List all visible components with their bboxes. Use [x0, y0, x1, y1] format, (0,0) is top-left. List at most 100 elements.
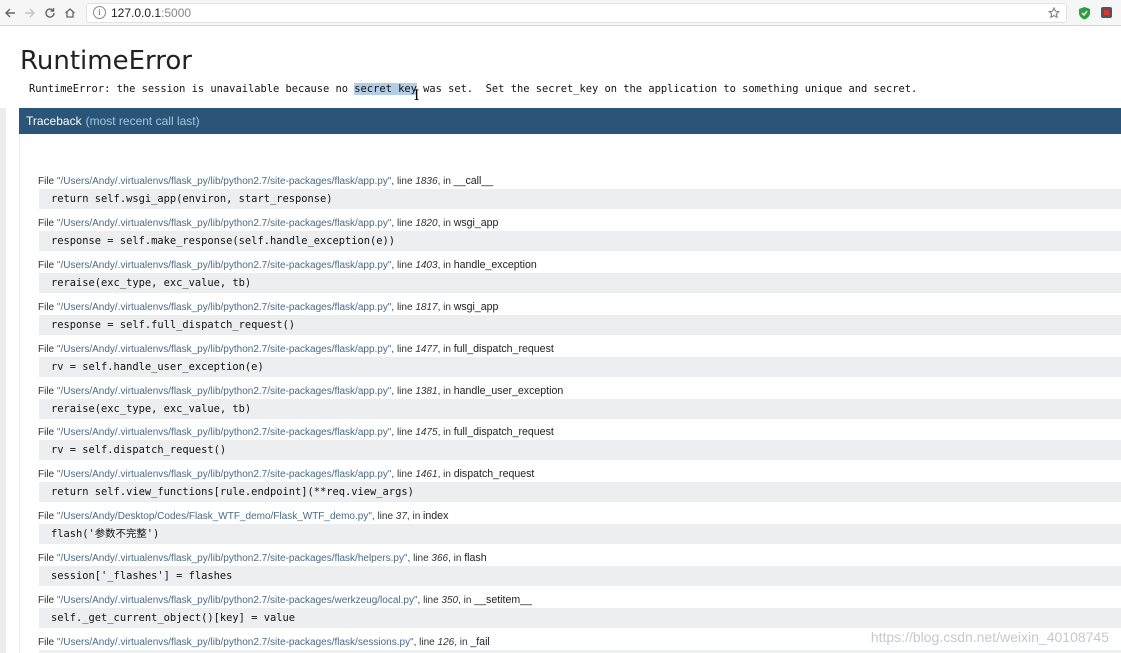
- frame-source-line[interactable]: response = self.full_dispatch_request(): [39, 314, 1121, 335]
- frame-in-label: , in: [454, 636, 471, 648]
- frame-line-label: , line: [391, 176, 416, 187]
- traceback-frame[interactable]: File "/Users/Andy/.virtualenvs/flask_py/…: [20, 342, 1121, 384]
- back-button[interactable]: [0, 2, 20, 24]
- back-arrow-icon: [5, 8, 15, 17]
- frame-path: "/Users/Andy/.virtualenvs/flask_py/lib/p…: [56, 595, 418, 606]
- home-icon: [65, 7, 75, 18]
- error-message-end: was set. Set the secret_key on the appli…: [416, 83, 918, 95]
- frame-line-label: , line: [417, 595, 442, 606]
- frame-path: "/Users/Andy/.virtualenvs/flask_py/lib/p…: [56, 469, 392, 481]
- frame-file-line: File "/Users/Andy/.virtualenvs/flask_py/…: [38, 593, 532, 608]
- home-button[interactable]: [60, 2, 80, 24]
- frame-line-number: 1820: [415, 217, 438, 229]
- traceback-frame[interactable]: File "/Users/Andy/.virtualenvs/flask_py/…: [20, 174, 1121, 216]
- frame-file-line: File "/Users/Andy/.virtualenvs/flask_py/…: [38, 174, 493, 189]
- frame-function: flash: [464, 552, 487, 565]
- frame-path: "/Users/Andy/.virtualenvs/flask_py/lib/p…: [56, 553, 408, 565]
- frame-line-label: , line: [371, 511, 396, 523]
- traceback-frame[interactable]: File "/Users/Andy/.virtualenvs/flask_py/…: [20, 425, 1121, 467]
- frame-in-label: , in: [448, 553, 465, 565]
- frame-file-label: File: [38, 301, 57, 313]
- frame-file-label: File: [38, 469, 57, 481]
- frame-file-label: File: [38, 385, 57, 397]
- traceback-frame[interactable]: File "/Users/Andy/.virtualenvs/flask_py/…: [20, 300, 1121, 342]
- traceback-frame[interactable]: File "/Users/Andy/.virtualenvs/flask_py/…: [20, 467, 1121, 509]
- site-info-icon[interactable]: i: [93, 6, 106, 19]
- frame-file-line: File "/Users/Andy/.virtualenvs/flask_py/…: [38, 635, 490, 650]
- frame-path: "/Users/Andy/.virtualenvs/flask_py/lib/p…: [56, 301, 392, 313]
- page-content: RuntimeError RuntimeError: the session i…: [0, 26, 1121, 653]
- frame-path: "/Users/Andy/.virtualenvs/flask_py/lib/p…: [56, 636, 414, 648]
- frame-function: handle_user_exception: [453, 384, 564, 397]
- frame-file-label: File: [38, 636, 57, 648]
- traceback-frame[interactable]: File "/Users/Andy/.virtualenvs/flask_py/…: [20, 216, 1121, 258]
- frame-in-label: , in: [406, 511, 424, 523]
- frame-function: __call__: [453, 175, 494, 187]
- frame-file-line: File "/Users/Andy/.virtualenvs/flask_py/…: [38, 384, 563, 399]
- frame-source-line[interactable]: reraise(exc_type, exc_value, tb): [39, 272, 1121, 293]
- traceback-frames: File "/Users/Andy/.virtualenvs/flask_py/…: [19, 134, 1121, 653]
- frame-in-label: , in: [437, 385, 454, 397]
- forward-button[interactable]: [20, 2, 40, 24]
- address-bar[interactable]: i 127.0.0.1:5000: [86, 2, 1067, 23]
- frame-file-label: File: [38, 427, 57, 439]
- url-host: 127.0.0.1: [111, 5, 162, 20]
- selected-text: secret key: [354, 83, 417, 95]
- frame-in-label: , in: [437, 217, 454, 229]
- frame-path: "/Users/Andy/.virtualenvs/flask_py/lib/p…: [56, 385, 392, 397]
- frame-file-label: File: [38, 553, 57, 565]
- extension-icon[interactable]: [1097, 4, 1115, 22]
- traceback-frame[interactable]: File "/Users/Andy/.virtualenvs/flask_py/…: [20, 384, 1121, 426]
- frame-file-line: File "/Users/Andy/Desktop/Codes/Flask_WT…: [38, 509, 448, 524]
- frame-source-line[interactable]: response = self.make_response(self.handl…: [39, 230, 1121, 251]
- bookmark-star-icon[interactable]: [1048, 6, 1060, 19]
- frame-source-line[interactable]: session['_flashes'] = flashes: [39, 566, 1121, 587]
- frame-line-number: 126: [437, 636, 455, 648]
- reload-icon: [45, 7, 55, 18]
- frame-path: "/Users/Andy/.virtualenvs/flask_py/lib/p…: [56, 176, 392, 187]
- traceback-frame[interactable]: File "/Users/Andy/.virtualenvs/flask_py/…: [20, 258, 1121, 300]
- traceback-header[interactable]: Traceback (most recent call last): [19, 108, 1121, 134]
- frame-in-label: , in: [437, 176, 454, 187]
- traceback-subtitle: (most recent call last): [85, 114, 200, 128]
- frame-file-line: File "/Users/Andy/.virtualenvs/flask_py/…: [38, 425, 554, 440]
- frame-line-number: 1817: [415, 301, 438, 313]
- frame-file-line: File "/Users/Andy/.virtualenvs/flask_py/…: [38, 342, 554, 357]
- frame-path: "/Users/Andy/Desktop/Codes/Flask_WTF_dem…: [56, 511, 372, 523]
- reload-button[interactable]: [40, 2, 60, 24]
- frame-file-label: File: [38, 176, 57, 187]
- shield-extension-icon[interactable]: [1075, 4, 1093, 22]
- frame-file-label: File: [38, 259, 57, 271]
- frame-file-line: File "/Users/Andy/.virtualenvs/flask_py/…: [38, 216, 498, 231]
- frame-file-label: File: [38, 343, 57, 355]
- frame-line-number: 1836: [415, 176, 438, 187]
- frame-source-line[interactable]: flash('参数不完整'): [39, 524, 1121, 545]
- frame-file-label: File: [38, 595, 57, 606]
- frame-in-label: , in: [437, 469, 454, 481]
- frame-line-number: 1381: [415, 385, 438, 397]
- traceback-frame[interactable]: File "/Users/Andy/.virtualenvs/flask_py/…: [20, 551, 1121, 593]
- frame-source-line[interactable]: rv = self.dispatch_request(): [39, 440, 1121, 461]
- frame-source-line[interactable]: self._get_current_object()[key] = value: [39, 608, 1121, 628]
- frame-line-number: 1403: [415, 259, 438, 271]
- frame-function: wsgi_app: [453, 300, 499, 313]
- frame-source-line[interactable]: return self.view_functions[rule.endpoint…: [39, 482, 1121, 503]
- frame-path: "/Users/Andy/.virtualenvs/flask_py/lib/p…: [56, 217, 392, 229]
- traceback-frame[interactable]: File "/Users/Andy/Desktop/Codes/Flask_WT…: [20, 509, 1121, 551]
- frame-source-line[interactable]: return self.wsgi_app(environ, start_resp…: [39, 189, 1121, 209]
- frame-function: wsgi_app: [453, 216, 499, 229]
- frame-line-label: , line: [391, 427, 416, 439]
- frame-function: index: [423, 510, 449, 523]
- frame-function: dispatch_request: [453, 468, 535, 481]
- frame-path: "/Users/Andy/.virtualenvs/flask_py/lib/p…: [56, 427, 392, 439]
- frame-line-label: , line: [391, 469, 416, 481]
- frame-function: _fail: [470, 635, 490, 648]
- frame-line-label: , line: [391, 301, 416, 313]
- frame-source-line[interactable]: reraise(exc_type, exc_value, tb): [39, 398, 1121, 419]
- forward-arrow-icon: [25, 8, 35, 17]
- frame-path: "/Users/Andy/.virtualenvs/flask_py/lib/p…: [56, 259, 392, 271]
- url-port: :5000: [161, 5, 192, 20]
- frame-source-line[interactable]: rv = self.handle_user_exception(e): [39, 356, 1121, 377]
- frame-line-label: , line: [407, 553, 432, 565]
- frame-line-number: 1461: [415, 469, 438, 481]
